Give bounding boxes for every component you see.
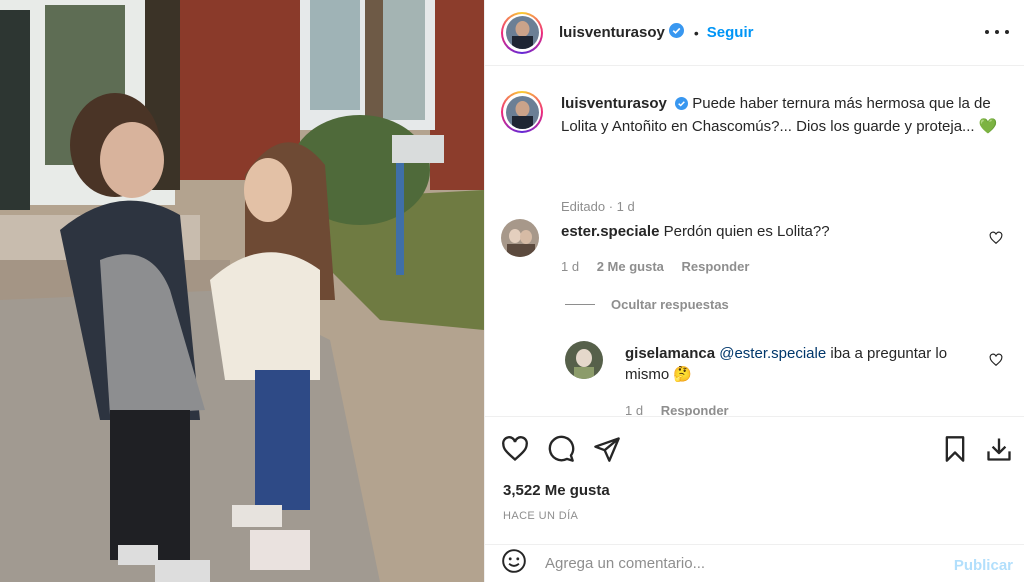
avatar-image (501, 219, 539, 257)
post-date: HACE UN DÍA (503, 510, 579, 522)
avatar[interactable] (501, 11, 543, 54)
more-options-icon[interactable] (985, 22, 1009, 42)
reply-avatar[interactable] (565, 341, 603, 379)
post-image (0, 0, 484, 582)
download-icon[interactable] (985, 435, 1013, 463)
caption-avatar[interactable] (501, 91, 543, 133)
post-header: luisventurasoy • Seguir (485, 0, 1024, 66)
replies-divider-line (565, 304, 595, 305)
green-heart-emoji: 💚 (978, 118, 998, 135)
add-comment-bar: Publicar (485, 544, 1024, 582)
bookmark-icon[interactable] (941, 435, 969, 463)
emoji-icon[interactable] (501, 548, 527, 579)
send-icon[interactable] (593, 435, 621, 463)
comment-input[interactable] (545, 555, 925, 572)
post-photo[interactable] (0, 0, 484, 582)
hide-replies-button[interactable]: Ocultar respuestas (565, 297, 729, 312)
reply-username[interactable]: giselamanca (625, 345, 715, 362)
post-author-username[interactable]: luisventurasoy (559, 24, 665, 41)
heart-icon[interactable] (501, 435, 529, 463)
verified-badge-icon (675, 95, 689, 116)
caption-text-block: luisventurasoy Puede haber ternura más h… (561, 93, 1001, 137)
comment-meta: 1 d 2 Me gusta Responder (561, 259, 763, 274)
reply-mention[interactable]: @ester.speciale (719, 345, 826, 362)
caption-username[interactable]: luisventurasoy (561, 95, 667, 112)
comment-icon[interactable] (547, 435, 575, 463)
comment-username[interactable]: ester.speciale (561, 223, 659, 240)
comment-text-block: ester.speciale Perdón quien es Lolita?? (561, 221, 971, 242)
thinking-emoji: 🤔 (673, 366, 693, 383)
avatar-image (505, 95, 539, 129)
reply-meta: 1 d Responder (625, 403, 743, 416)
follow-button[interactable]: Seguir (707, 24, 754, 41)
reply-button[interactable]: Responder (661, 403, 729, 416)
likes-count[interactable]: 3,522 Me gusta (503, 482, 610, 499)
reply-button[interactable]: Responder (682, 259, 750, 274)
reply-like-heart-icon[interactable] (989, 353, 1003, 367)
verified-badge-icon (668, 22, 684, 43)
comment-text: Perdón quien es Lolita?? (663, 223, 830, 240)
reply-time: 1 d (625, 403, 644, 416)
caption-meta: Editado · 1 d (561, 199, 635, 214)
avatar-image (565, 341, 603, 379)
comment-time: 1 d (561, 259, 580, 274)
avatar-image (505, 16, 539, 49)
separator-dot: • (693, 24, 699, 41)
comment-avatar[interactable] (501, 219, 539, 257)
comment-like-heart-icon[interactable] (989, 231, 1003, 245)
post-detail-panel: luisventurasoy • Seguir luisventurasoy P… (484, 0, 1024, 582)
hide-replies-label: Ocultar respuestas (611, 297, 729, 312)
publish-button[interactable]: Publicar (954, 557, 1013, 574)
comments-section[interactable]: luisventurasoy Puede haber ternura más h… (485, 67, 1024, 416)
post-actions-bar (485, 416, 1024, 480)
comment-likes[interactable]: 2 Me gusta (597, 259, 664, 274)
reply-text-block: giselamanca @ester.speciale iba a pregun… (625, 343, 970, 385)
